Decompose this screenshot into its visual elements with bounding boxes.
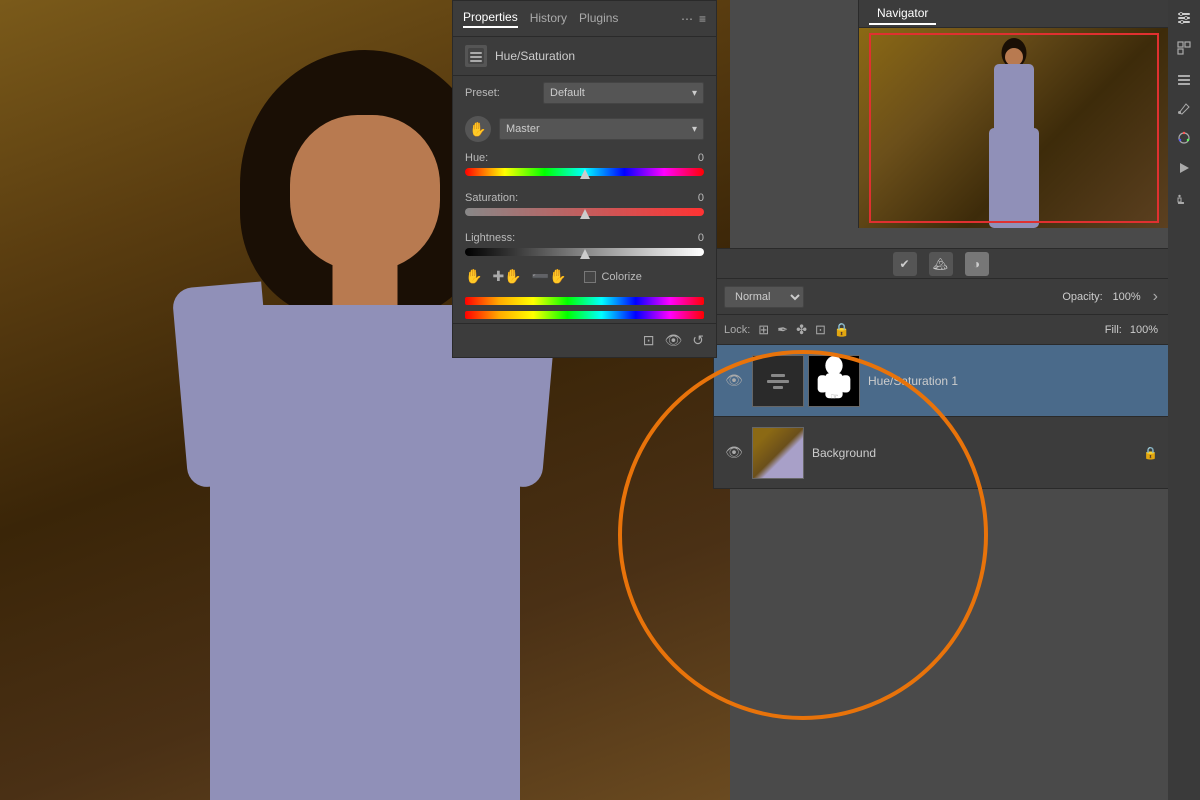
tool-info[interactable] [1171, 185, 1197, 211]
layers-lock-bar: Lock: ⊞ ✒ ✤ ⊡ 🔒 Fill: 100% [714, 315, 1168, 345]
tool-brush[interactable] [1171, 95, 1197, 121]
panel-icons: ⋯ ≡ [681, 12, 706, 26]
blend-mode-select[interactable]: Normal Multiply Screen [724, 286, 804, 308]
opacity-label: Opacity: [1062, 291, 1102, 303]
color-spectrum-top [465, 297, 704, 305]
tab-properties[interactable]: Properties [463, 10, 518, 28]
channel-value: Master [506, 123, 540, 135]
channel-row: ✋ Master ▾ [453, 110, 716, 148]
preset-value: Default [550, 87, 585, 99]
opacity-arrow[interactable]: › [1153, 288, 1158, 306]
tab-history[interactable]: History [530, 11, 567, 27]
lightness-value: 0 [674, 232, 704, 244]
navigator-panel: Navigator [858, 0, 1168, 228]
preset-label: Preset: [465, 87, 535, 99]
colorize-label: Colorize [601, 271, 641, 283]
layer-name-hue-saturation: Hue/Saturation 1 [868, 374, 958, 388]
channel-dropdown[interactable]: Master ▾ [499, 118, 704, 140]
layer-name-background: Background [812, 446, 876, 460]
colorize-checkbox[interactable] [584, 271, 596, 283]
colorize-container: Colorize [584, 271, 641, 283]
color-spectrum-container [453, 289, 716, 323]
layer-lock-icon: 🔒 [1143, 446, 1158, 460]
properties-panel: Properties History Plugins ⋯ ≡ Hue/Satur… [452, 0, 717, 358]
layer-thumbnails: ☞ [752, 355, 860, 407]
picker-add-icon[interactable]: ✚✋ [492, 268, 521, 285]
lightness-slider-row: Lightness: 0 [453, 228, 716, 258]
panel-expand-icon[interactable]: ⋯ [681, 12, 693, 26]
layer-visibility-toggle[interactable]: 👁 [724, 371, 744, 391]
right-sidebar [1168, 0, 1200, 800]
lightness-slider-thumb[interactable] [580, 245, 590, 259]
picker-colorize-row: ✋ ✚✋ ➖✋ Colorize [453, 258, 716, 289]
lightness-slider-track[interactable] [465, 248, 704, 256]
tool-select[interactable] [1171, 35, 1197, 61]
tab-navigator[interactable]: Navigator [869, 3, 936, 25]
opacity-value: 100% [1111, 291, 1141, 303]
hue-value: 0 [674, 152, 704, 164]
panel-collapse-icon[interactable]: ≡ [699, 12, 706, 26]
lock-move-icon[interactable]: ✤ [796, 322, 807, 338]
navigator-tab-bar: Navigator [859, 0, 1168, 28]
tab-plugins[interactable]: Plugins [579, 11, 618, 27]
color-spectrum-bottom [465, 311, 704, 319]
hue-slider-row: Hue: 0 [453, 148, 716, 178]
picker-hand-icon[interactable]: ✋ [465, 268, 482, 285]
hue-label: Hue: [465, 152, 488, 164]
layer-bg-visibility-toggle[interactable]: 👁 [724, 443, 744, 463]
layer-thumb-bg [752, 427, 804, 479]
channel-dropdown-arrow: ▾ [692, 124, 697, 135]
saturation-slider-thumb[interactable] [580, 205, 590, 219]
layer-thumb-adjustment [752, 355, 804, 407]
layer-item-background[interactable]: 👁 Background 🔒 [714, 417, 1168, 489]
view-visibility-icon[interactable]: 👁 [664, 332, 682, 349]
picker-subtract-icon[interactable]: ➖✋ [532, 268, 567, 285]
lock-brush-icon[interactable]: ✒ [777, 322, 788, 338]
layers-panel: Normal Multiply Screen Opacity: 100% › L… [713, 278, 1168, 489]
saturation-label: Saturation: [465, 192, 518, 204]
properties-title: Hue/Saturation [495, 49, 575, 63]
navigator-preview [859, 28, 1168, 228]
properties-footer: ⊡ 👁 ↺ [453, 323, 716, 357]
lock-all-icon[interactable]: 🔒 [834, 322, 850, 338]
preset-dropdown[interactable]: Default ▾ [543, 82, 704, 104]
tool-play[interactable] [1171, 155, 1197, 181]
reset-icon[interactable]: ↺ [692, 332, 704, 349]
lock-artboard-icon[interactable]: ⊡ [815, 322, 826, 338]
saturation-slider-row: Saturation: 0 [453, 188, 716, 218]
layer-thumb-mask: ☞ [808, 355, 860, 407]
fill-value: 100% [1130, 324, 1158, 336]
properties-tabs: Properties History Plugins ⋯ ≡ [453, 1, 716, 37]
hue-slider-thumb[interactable] [580, 165, 590, 179]
clip-to-layer-icon[interactable]: ⊡ [643, 332, 655, 349]
layer-tab-adjustment[interactable]: 🏔 [929, 252, 953, 276]
tool-properties[interactable] [1171, 5, 1197, 31]
tool-palette[interactable] [1171, 125, 1197, 151]
saturation-slider-track[interactable] [465, 208, 704, 216]
preset-row: Preset: Default ▾ [453, 76, 716, 110]
fill-label: Fill: [1105, 324, 1122, 336]
lightness-label: Lightness: [465, 232, 515, 244]
properties-header: Hue/Saturation [453, 37, 716, 76]
layers-toolbar: Normal Multiply Screen Opacity: 100% › [714, 279, 1168, 315]
adjustment-layer-icon [465, 45, 487, 67]
layer-tab-pixel[interactable]: ✔ [893, 252, 917, 276]
lock-label: Lock: [724, 324, 750, 336]
tool-layers[interactable] [1171, 65, 1197, 91]
layer-tab-mask[interactable]: ◑ [965, 252, 989, 276]
preset-dropdown-arrow: ▾ [692, 88, 697, 99]
hue-slider-track[interactable] [465, 168, 704, 176]
layer-type-tabs: ✔ 🏔 ◑ [713, 248, 1168, 278]
layer-item-hue-saturation[interactable]: 👁 ☞ [714, 345, 1168, 417]
saturation-value: 0 [674, 192, 704, 204]
layer-bg-thumbnails [752, 427, 804, 479]
hand-tool-icon[interactable]: ✋ [465, 116, 491, 142]
lock-pixel-icon[interactable]: ⊞ [758, 322, 769, 338]
